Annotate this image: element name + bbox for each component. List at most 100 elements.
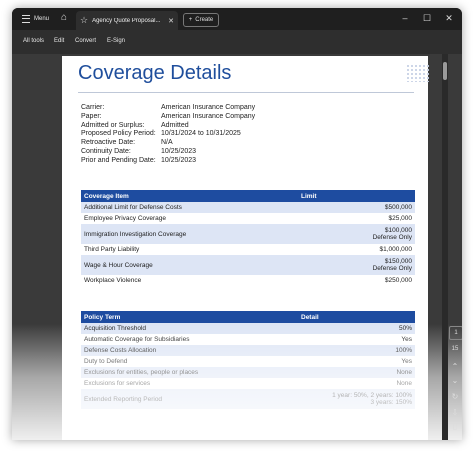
table-row: Acquisition Threshold 50% bbox=[81, 323, 415, 334]
info-label: Prior and Pending Date: bbox=[81, 156, 156, 164]
menu-all-tools[interactable]: All tools bbox=[23, 38, 44, 44]
tab-title: Agency Quote Proposal... bbox=[92, 17, 161, 24]
document-tab[interactable]: ☆ Agency Quote Proposal... ✕ bbox=[76, 11, 178, 30]
policy-detail: None bbox=[396, 380, 412, 387]
coverage-limit-cell: $100,000 Defense Only bbox=[298, 224, 415, 244]
close-tab-icon[interactable]: ✕ bbox=[168, 17, 174, 25]
coverage-limit-note: Defense Only bbox=[372, 265, 412, 272]
coverage-limit: $250,000 bbox=[384, 277, 412, 284]
minimize-icon[interactable]: – bbox=[398, 12, 412, 24]
table-row: Duty to Defend Yes bbox=[81, 356, 415, 367]
create-button[interactable]: + Create bbox=[183, 13, 219, 27]
policy-term: Extended Reporting Period bbox=[81, 389, 298, 409]
coverage-limit: $150,000 bbox=[384, 258, 412, 265]
policy-detail-note: 3 years: 150% bbox=[370, 399, 412, 406]
info-value: 10/25/2023 bbox=[161, 147, 197, 155]
title-divider bbox=[78, 92, 414, 93]
policy-detail-cell: 1 year: 50%, 2 years: 100% 3 years: 150% bbox=[298, 389, 415, 409]
table-row: Automatic Coverage for Subsidiaries Yes bbox=[81, 334, 415, 345]
coverage-item: Workplace Violence bbox=[84, 277, 142, 284]
document-viewer: Coverage Details Carrier: American Insura… bbox=[12, 54, 462, 440]
table-row: Exclusions for entities, people or place… bbox=[81, 367, 415, 378]
table-header-row: Policy Term Detail bbox=[81, 311, 415, 323]
pdf-page: Coverage Details Carrier: American Insura… bbox=[62, 56, 430, 440]
policy-detail: 100% bbox=[298, 345, 415, 356]
total-pages: 15 bbox=[451, 346, 459, 352]
table-header-row: Coverage Item Limit bbox=[81, 190, 415, 202]
table-row: Extended Reporting Period 1 year: 50%, 2… bbox=[81, 389, 415, 409]
coverage-limit-note: Defense Only bbox=[372, 234, 412, 241]
info-label: Proposed Policy Period: bbox=[81, 130, 156, 138]
dot-pattern-decoration bbox=[406, 64, 430, 82]
menu-label: Menu bbox=[34, 16, 50, 22]
info-label: Carrier: bbox=[81, 104, 105, 111]
table-row: Employee Privacy Coverage $25,000 bbox=[81, 213, 415, 224]
coverage-limit: $100,000 bbox=[384, 227, 412, 234]
column-header: Detail bbox=[298, 311, 415, 323]
table-row: Third Party Liability $1,000,000 bbox=[81, 244, 415, 255]
coverage-item: Immigration Investigation Coverage bbox=[81, 224, 298, 244]
column-header: Limit bbox=[298, 190, 415, 202]
app-window: Menu ⌂ ☆ Agency Quote Proposal... ✕ + Cr… bbox=[12, 8, 462, 440]
policy-term: Exclusions for services bbox=[84, 380, 151, 387]
create-label: Create bbox=[195, 17, 214, 23]
policy-term: Exclusions for entities, people or place… bbox=[81, 367, 298, 378]
scrollbar-thumb[interactable] bbox=[443, 62, 447, 80]
info-label: Admitted or Surplus: bbox=[81, 121, 145, 129]
policy-detail: Yes bbox=[401, 336, 412, 343]
star-icon[interactable]: ☆ bbox=[80, 15, 88, 26]
policy-detail: 1 year: 50%, 2 years: 100% bbox=[332, 392, 412, 399]
coverage-limit: $1,000,000 bbox=[379, 246, 412, 253]
maximize-icon[interactable]: ☐ bbox=[420, 12, 434, 24]
plus-icon: + bbox=[188, 17, 193, 23]
policy-term: Automatic Coverage for Subsidiaries bbox=[84, 336, 190, 343]
chevron-down-icon[interactable]: ⌄ bbox=[448, 376, 462, 385]
table-row: Exclusions for services None bbox=[81, 378, 415, 389]
coverage-table: Coverage Item Limit Additional Limit for… bbox=[81, 190, 415, 286]
table-row: Additional Limit for Defense Costs $500,… bbox=[81, 202, 415, 213]
table-row: Wage & Hour Coverage $150,000 Defense Onl… bbox=[81, 255, 415, 275]
refresh-icon[interactable]: ↻ bbox=[448, 392, 462, 401]
info-value: American Insurance Company bbox=[161, 112, 256, 120]
column-header: Policy Term bbox=[81, 311, 298, 323]
coverage-item: Third Party Liability bbox=[84, 246, 140, 253]
info-label: Continuity Date: bbox=[81, 147, 131, 155]
policy-terms-table: Policy Term Detail Acquisition Threshold… bbox=[81, 311, 415, 409]
coverage-limit-cell: $150,000 Defense Only bbox=[298, 255, 415, 275]
coverage-limit: $25,000 bbox=[388, 215, 413, 222]
page-navigation-rail: 1 15 ⌃ ⌄ ↻ ⇩ ▯ bbox=[448, 316, 462, 440]
download-icon[interactable]: ⇩ bbox=[448, 408, 462, 417]
menu-e-sign[interactable]: E-Sign bbox=[107, 38, 125, 44]
home-icon[interactable]: ⌂ bbox=[58, 12, 70, 24]
policy-term: Defense Costs Allocation bbox=[81, 345, 298, 356]
policy-detail: 50% bbox=[298, 323, 415, 334]
policy-term: Duty to Defend bbox=[84, 358, 128, 365]
title-bar: Menu ⌂ ☆ Agency Quote Proposal... ✕ + Cr… bbox=[12, 8, 462, 30]
document-icon[interactable]: ▯ bbox=[448, 422, 462, 431]
close-window-icon[interactable]: ✕ bbox=[442, 12, 456, 24]
menu-button[interactable]: Menu bbox=[22, 12, 49, 26]
tool-menubar: All tools Edit Convert E-Sign bbox=[12, 30, 462, 54]
hamburger-icon bbox=[22, 15, 30, 23]
info-value: 10/31/2024 to 10/31/2025 bbox=[161, 130, 241, 138]
policy-detail: None bbox=[298, 367, 415, 378]
menu-convert[interactable]: Convert bbox=[75, 38, 96, 44]
menu-edit[interactable]: Edit bbox=[54, 38, 64, 44]
table-row: Immigration Investigation Coverage $100,… bbox=[81, 224, 415, 244]
coverage-limit: $500,000 bbox=[298, 202, 415, 213]
table-row: Workplace Violence $250,000 bbox=[81, 275, 415, 286]
chevron-up-icon[interactable]: ⌃ bbox=[448, 362, 462, 371]
coverage-item: Wage & Hour Coverage bbox=[81, 255, 298, 275]
policy-term: Acquisition Threshold bbox=[81, 323, 298, 334]
policy-detail: Yes bbox=[401, 358, 412, 365]
info-value: N/A bbox=[161, 139, 173, 147]
info-value: 10/25/2023 bbox=[161, 156, 197, 164]
current-page-box[interactable]: 1 bbox=[449, 326, 462, 340]
column-header: Coverage Item bbox=[81, 190, 298, 202]
info-label: Retroactive Date: bbox=[81, 139, 136, 147]
page-title: Coverage Details bbox=[78, 62, 232, 84]
info-label: Paper: bbox=[81, 112, 102, 120]
info-value: American Insurance Company bbox=[161, 104, 256, 111]
coverage-item: Additional Limit for Defense Costs bbox=[81, 202, 298, 213]
info-value: Admitted bbox=[161, 121, 189, 129]
